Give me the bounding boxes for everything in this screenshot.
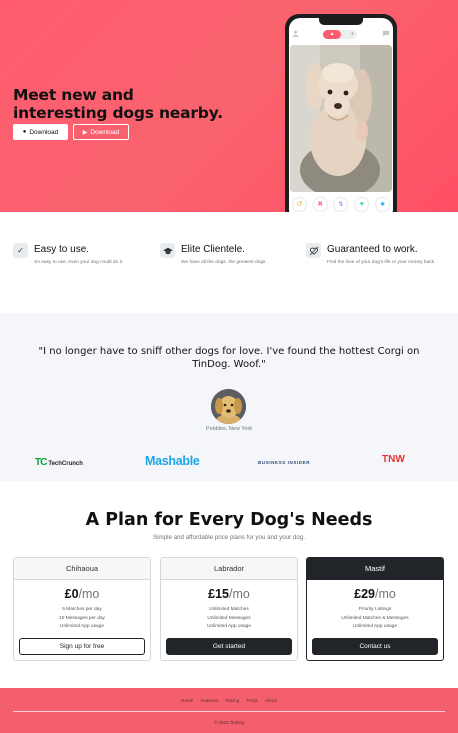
footer: Home Features Pricing FAQs About © 2023 … — [0, 688, 458, 733]
chat-bubble-toggle-icon: ● — [350, 31, 354, 37]
plan-feature: Unlimited App usage — [353, 624, 397, 629]
app-top-bar: ▲ ● — [289, 28, 393, 42]
footer-nav: Home Features Pricing FAQs About — [0, 698, 458, 703]
bolt-icon[interactable]: ↯ — [334, 197, 348, 211]
testimonial-quote: "I no longer have to sniff other dogs fo… — [38, 346, 420, 370]
plan-name: Mastif — [307, 558, 443, 580]
undo-icon[interactable]: ↺ — [292, 197, 306, 211]
feature-title: Guaranteed to work. — [327, 244, 418, 255]
testimonial-author: Pebbles, New York — [205, 426, 253, 432]
sign-up-free-button[interactable]: Sign up for free — [19, 638, 145, 655]
flame-icon: ▲ — [323, 30, 341, 39]
plan-features: 5 Matches per day 10 Messages per day Un… — [14, 606, 150, 632]
graduation-cap-icon — [160, 243, 175, 258]
plan-feature: 10 Messages per day — [59, 615, 105, 621]
phone-mockup: ▲ ● ↺ ✕ ↯ ♥ ★ — [285, 14, 397, 212]
discover-toggle: ▲ ● — [323, 30, 357, 39]
plan-feature: Priority Listings — [358, 607, 392, 612]
hero-title: Meet new and interesting dogs nearby. — [13, 86, 223, 122]
heart-icon[interactable]: ♥ — [355, 197, 369, 211]
dog-photo — [290, 45, 392, 192]
plan-feature: Unlimited Matches — [209, 607, 249, 612]
pricing-card-labrador: Labrador £15/mo Unlimited Matches Unlimi… — [160, 557, 298, 661]
download-app-store-button[interactable]: ● Download — [13, 124, 68, 140]
footer-copyright: © 2023 TinDog — [213, 720, 245, 725]
press-logos: TC TechCrunch Mashable BUSINESS INSIDER T… — [0, 454, 458, 470]
features-section: ✓ Easy to use. So easy to use, even your… — [0, 212, 458, 313]
pricing-title: A Plan for Every Dog's Needs — [85, 510, 373, 530]
plan-name: Labrador — [161, 558, 297, 580]
plan-feature: Unlimited Matches & Messages — [341, 615, 409, 621]
heart-arrow-icon — [306, 243, 321, 258]
swipe-action-bar: ↺ ✕ ↯ ♥ ★ — [289, 196, 393, 212]
download-label: Download — [90, 128, 120, 136]
footer-link-pricing[interactable]: Pricing — [225, 698, 239, 703]
plan-features: Priority Listings Unlimited Matches & Me… — [307, 606, 443, 632]
check-circle-icon: ✓ — [13, 243, 28, 258]
plan-price: £0/mo — [64, 587, 100, 601]
techcrunch-logo: TC TechCrunch — [35, 457, 83, 468]
pricing-card-mastif: Mastif £29/mo Priority Listings Unlimite… — [306, 557, 444, 661]
footer-divider — [13, 711, 445, 712]
footer-link-faqs[interactable]: FAQs — [247, 698, 258, 703]
close-icon[interactable]: ✕ — [313, 197, 327, 211]
download-google-play-button[interactable]: ▶ Download — [73, 124, 129, 140]
apple-icon: ● — [22, 129, 27, 135]
footer-link-about[interactable]: About — [265, 698, 277, 703]
profile-icon — [292, 30, 299, 39]
feature-title: Elite Clientele. — [181, 244, 245, 255]
phone-screen: ▲ ● ↺ ✕ ↯ ♥ ★ — [289, 18, 393, 212]
footer-link-home[interactable]: Home — [181, 698, 193, 703]
get-started-button[interactable]: Get started — [166, 638, 292, 655]
feature-description: So easy to use, even your dog could do i… — [34, 260, 124, 265]
tnw-logo: TNW — [382, 454, 405, 465]
plan-feature: Unlimited Messages — [207, 615, 251, 621]
feature-description: Find the love of your dog's life or your… — [327, 260, 436, 265]
pricing-card-chihaoua: Chihaoua £0/mo 5 Matches per day 10 Mess… — [13, 557, 151, 661]
feature-description: We have all the dogs, the greatest dogs. — [181, 260, 267, 265]
plan-price: £29/mo — [354, 587, 396, 601]
feature-title: Easy to use. — [34, 244, 90, 255]
business-insider-logo: BUSINESS INSIDER — [258, 460, 311, 465]
phone-notch — [319, 18, 363, 25]
avatar — [211, 389, 246, 424]
hero-section: Meet new and interesting dogs nearby. ● … — [0, 0, 458, 212]
chat-icon — [382, 30, 390, 39]
download-label: Download — [29, 128, 59, 136]
mashable-logo: Mashable — [145, 454, 200, 468]
footer-link-features[interactable]: Features — [200, 698, 218, 703]
testimonial-section: "I no longer have to sniff other dogs fo… — [0, 313, 458, 481]
plan-name: Chihaoua — [14, 558, 150, 580]
pricing-subtitle: Simple and affordable price plans for yo… — [153, 534, 305, 541]
plan-price: £15/mo — [208, 587, 250, 601]
pricing-section: A Plan for Every Dog's Needs Simple and … — [0, 481, 458, 688]
plan-feature: 5 Matches per day — [62, 607, 102, 612]
plan-features: Unlimited Matches Unlimited Messages Unl… — [161, 606, 297, 632]
star-icon[interactable]: ★ — [376, 197, 390, 211]
contact-us-button[interactable]: Contact us — [312, 638, 438, 655]
google-play-icon: ▶ — [82, 129, 88, 136]
plan-feature: Unlimited App usage — [60, 624, 104, 629]
plan-feature: Unlimited App usage — [207, 624, 251, 629]
